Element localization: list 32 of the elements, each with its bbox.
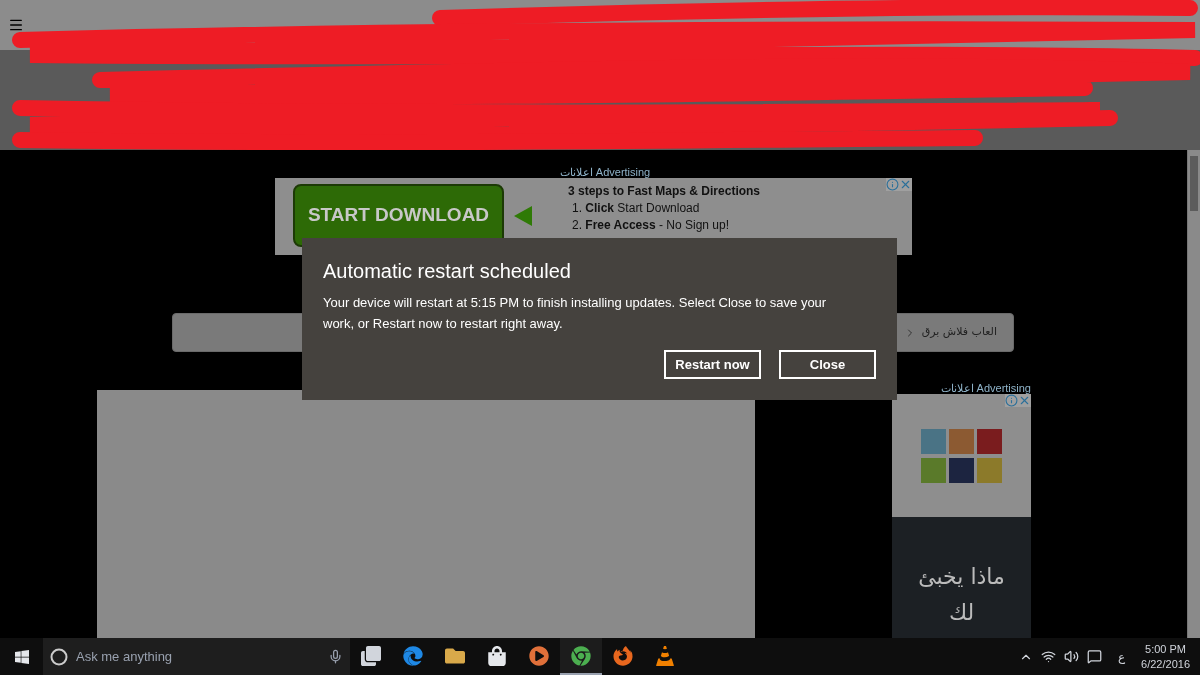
nav-link[interactable]: العاب فلاش برق [921,324,997,341]
ad-headline: 3 steps to Fast Maps & Directions [568,183,761,200]
microphone-icon[interactable] [328,649,343,664]
ad-step: 1. Click Start Download [568,200,761,217]
dialog-button[interactable]: Close [779,350,876,379]
browser-icon [571,645,591,666]
ad-label: اعلانات Advertising [559,166,651,178]
taskbar-app-button[interactable] [560,638,602,675]
browser-icon [403,645,423,666]
play-icon [529,645,549,666]
volume-icon[interactable] [1063,649,1079,664]
start-icon[interactable] [13,648,30,665]
menu-icon[interactable] [8,17,24,33]
ad-text: ماذا يخبئ لك [917,563,1006,627]
arrow-icon [514,206,532,226]
scrollbar[interactable] [1187,150,1200,638]
task-view-icon [361,645,381,666]
ad-step: 2. Free Access - No Sign up! [568,217,761,234]
dialog-message: Your device will restart at 5:15 PM to finish installing updates. Select Close to save your work, or Restart now to restart right away. [323,294,828,333]
traffic-cone-icon [655,645,675,666]
browser-icon [613,645,633,666]
ad-label: اعلانات Advertising [939,383,1031,394]
search-field[interactable]: Ask me anything [76,646,320,667]
search-bar[interactable]: Ask me anything [43,638,350,675]
notifications-icon[interactable] [1086,649,1102,664]
dialog-title: Automatic restart scheduled [323,259,572,284]
language-indicator[interactable]: ع [1109,647,1134,666]
clock[interactable]: 5:00 PM 6/22/2016 [1141,641,1190,672]
dialog-button[interactable]: Restart now [664,350,761,379]
shopping-bag-icon [487,645,507,666]
circle-icon [50,647,68,666]
wifi-icon[interactable] [1040,649,1056,664]
